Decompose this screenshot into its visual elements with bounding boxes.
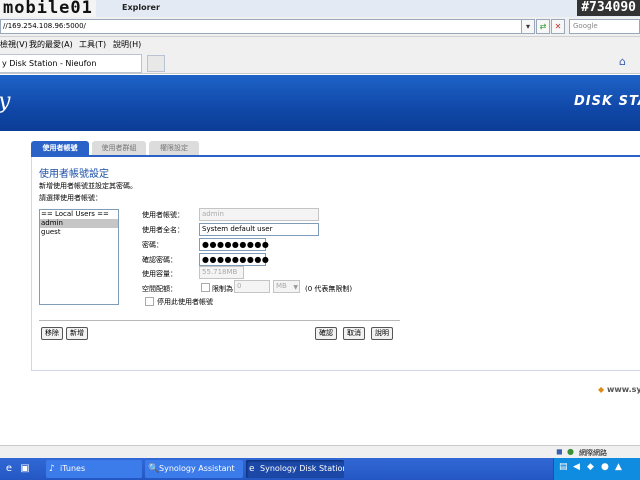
capacity-label: 使用容量：	[142, 270, 177, 278]
quota-checkbox[interactable]	[201, 283, 210, 292]
list-item-guest[interactable]: guest	[40, 228, 118, 237]
browser-tab-bar: y Disk Station - Nieufon ⌂	[0, 52, 640, 74]
capacity-field: 55.718MB	[199, 266, 244, 279]
synology-logo: y	[0, 89, 10, 114]
disable-account-checkbox[interactable]	[145, 297, 154, 306]
taskbar-item-itunes[interactable]: ♪ iTunes	[46, 460, 142, 478]
divider	[39, 320, 400, 321]
menu-tools[interactable]: 工具(T)	[79, 39, 106, 50]
password-label: 密碼：	[142, 241, 163, 249]
fullname-label: 使用者全名：	[142, 226, 184, 234]
address-input[interactable]: //169.254.108.96:5000/	[0, 19, 530, 34]
browser-tab[interactable]: y Disk Station - Nieufon	[0, 54, 142, 73]
bullet-icon: ◆	[598, 385, 605, 394]
address-toolbar: //169.254.108.96:5000/ ▾ ⇄ ✕ Google	[0, 17, 640, 37]
app-header: y DISK STA	[0, 75, 640, 131]
taskbar: e ▣ ♪ iTunes 🔍 Synology Assistant e Synolog…	[0, 458, 640, 480]
ok-button[interactable]: 確認	[315, 327, 337, 340]
help-button[interactable]: 說明	[371, 327, 393, 340]
search-input[interactable]: Google	[569, 19, 640, 34]
quota-label: 空間配額：	[142, 285, 177, 293]
itunes-icon: ♪	[49, 464, 55, 474]
tab-user-accounts[interactable]: 使用者帳號	[31, 141, 89, 155]
fullname-field[interactable]: System default user	[199, 223, 319, 236]
quota-checkbox-label: 限制為	[212, 285, 233, 293]
disable-account-label: 停用此使用者帳號	[157, 298, 213, 306]
taskbar-item-disk-station[interactable]: e Synology Disk Station ...	[246, 460, 344, 478]
window-title: Explorer	[122, 3, 160, 12]
list-item-group-header: == Local Users ==	[41, 210, 109, 218]
watermark-number: #734090	[577, 0, 640, 16]
quota-value-field[interactable]: 0	[234, 280, 270, 293]
menu-favorites[interactable]: 我的最愛(A)	[29, 39, 73, 50]
add-button[interactable]: 新增	[66, 327, 88, 340]
ie-icon: e	[249, 464, 255, 474]
new-tab-button[interactable]	[147, 55, 165, 72]
select-user-label: 請選擇使用者帳號：	[39, 194, 102, 202]
tray-icon[interactable]: ▲	[615, 462, 622, 472]
remove-button[interactable]: 移除	[41, 327, 63, 340]
refresh-icon[interactable]: ⇄	[536, 19, 550, 34]
product-name: DISK STA	[574, 94, 640, 109]
status-bar: ◼ ● 網際網路	[0, 445, 640, 458]
window-title-bar: mobile01 Explorer #734090	[0, 0, 640, 17]
watermark-logo: mobile01	[0, 0, 96, 17]
page-description: 新增使用者帳號並設定其密碼。	[39, 182, 137, 190]
cancel-button[interactable]: 取消	[343, 327, 365, 340]
confirm-password-label: 確認密碼：	[142, 256, 177, 264]
chevron-down-icon: ▼	[293, 284, 298, 291]
password-field[interactable]: ●●●●●●●●●	[199, 238, 269, 251]
taskbar-label: Synology Disk Station ...	[260, 464, 344, 473]
home-icon[interactable]: ⌂	[619, 55, 626, 68]
page-title: 使用者帳號設定	[39, 169, 109, 180]
confirm-password-field[interactable]: ●●●●●●●●●	[199, 253, 269, 266]
security-icon: ◼	[556, 447, 563, 456]
zone-label: 網際網路	[579, 449, 607, 457]
menu-bar: 檢視(V) 我的最愛(A) 工具(T) 說明(H)	[0, 37, 640, 52]
quota-note: (0 代表無限制)	[305, 285, 353, 293]
username-field: admin	[199, 208, 319, 221]
footer-url: www.sy	[606, 385, 640, 394]
tab-permissions[interactable]: 權限設定	[149, 141, 199, 155]
menu-help[interactable]: 說明(H)	[113, 39, 141, 50]
list-item-admin[interactable]: admin	[40, 219, 118, 228]
update-icon[interactable]: ●	[601, 462, 609, 472]
search-icon: 🔍	[148, 464, 160, 474]
stop-icon[interactable]: ✕	[551, 19, 565, 34]
menu-view[interactable]: 檢視(V)	[0, 39, 28, 50]
username-label: 使用者帳號：	[142, 211, 184, 219]
tab-user-groups[interactable]: 使用者群組	[92, 141, 146, 155]
taskbar-label: iTunes	[60, 464, 86, 473]
user-listbox[interactable]: == Local Users == admin guest	[39, 209, 119, 305]
shield-icon[interactable]: ◆	[587, 462, 594, 472]
quota-unit-value: MB	[276, 282, 287, 290]
address-dropdown-icon[interactable]: ▾	[521, 19, 535, 34]
quota-unit-select[interactable]: MB ▼	[273, 280, 300, 293]
system-tray: ▤ ◀ ◆ ● ▲	[553, 458, 640, 480]
ie-icon[interactable]: e	[2, 462, 16, 476]
volume-icon[interactable]: ◀	[573, 462, 580, 472]
globe-icon: ●	[567, 447, 574, 456]
taskbar-label: Synology Assistant	[159, 464, 235, 473]
footer-link[interactable]: ◆ www.sy	[598, 385, 640, 394]
network-icon[interactable]: ▤	[559, 462, 568, 472]
show-desktop-icon[interactable]: ▣	[18, 462, 32, 476]
taskbar-item-synology-assistant[interactable]: 🔍 Synology Assistant	[145, 460, 243, 478]
